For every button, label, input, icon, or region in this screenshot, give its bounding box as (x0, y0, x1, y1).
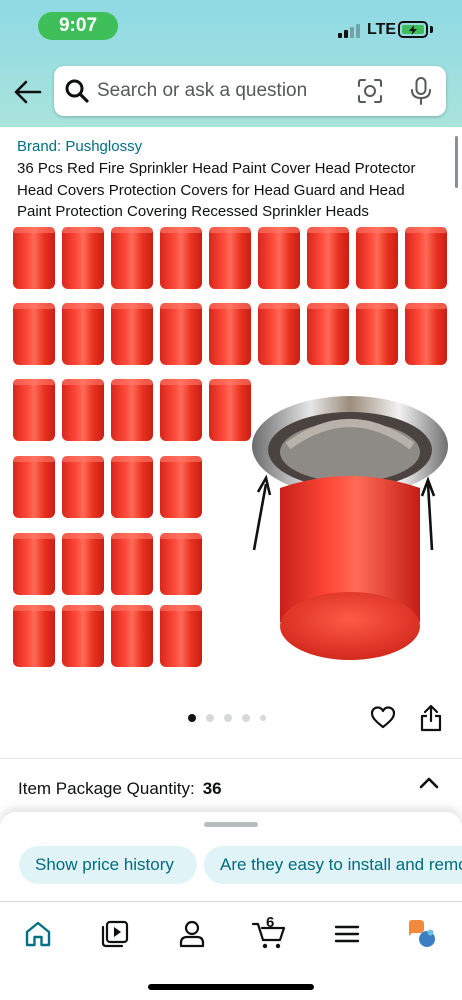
brand-link[interactable]: Brand: Pushglossy (17, 138, 142, 155)
cap-thumbnail (160, 533, 202, 595)
signal-icon (338, 24, 362, 38)
header: 9:07 LTE Search or ask a question (0, 0, 462, 127)
heart-icon[interactable] (370, 705, 396, 731)
cap-thumbnail (13, 456, 55, 518)
cap-thumbnail (160, 227, 202, 289)
cap-thumbnail (111, 303, 153, 365)
carousel-dot[interactable] (260, 715, 266, 721)
quantity-label: Item Package Quantity: (18, 779, 195, 798)
cap-thumbnail (13, 303, 55, 365)
cap-thumbnail (209, 303, 251, 365)
cap-thumbnail (62, 456, 104, 518)
product-image[interactable] (10, 224, 452, 674)
time: 9:07 (38, 12, 118, 40)
microphone-icon[interactable] (408, 76, 434, 106)
cap-thumbnail (62, 227, 104, 289)
cap-thumbnail (62, 533, 104, 595)
battery-icon (398, 21, 428, 38)
cart-count: 6 (266, 914, 275, 931)
account-icon[interactable] (176, 918, 208, 950)
scrollbar (455, 136, 458, 188)
divider (0, 758, 462, 759)
home-indicator (148, 984, 314, 990)
rufus-assistant-icon[interactable] (406, 918, 438, 950)
cap-thumbnail (111, 533, 153, 595)
network-type: LTE (367, 21, 397, 38)
menu-icon[interactable] (331, 918, 363, 950)
suggestions-sheet: Show price history Are they easy to inst… (0, 812, 462, 912)
cap-thumbnail (356, 227, 398, 289)
chip-price-history[interactable]: Show price history (19, 846, 197, 884)
search-input[interactable]: Search or ask a question (54, 66, 446, 116)
cap-thumbnail (160, 605, 202, 667)
cap-thumbnail (62, 605, 104, 667)
cap-thumbnail (13, 379, 55, 441)
sheet-handle[interactable] (204, 822, 258, 827)
carousel-dot[interactable] (206, 714, 214, 722)
cap-thumbnail (307, 227, 349, 289)
image-carousel-dots[interactable] (188, 713, 266, 723)
cap-thumbnail (258, 303, 300, 365)
quantity-value: 36 (202, 779, 222, 798)
carousel-dot[interactable] (224, 714, 232, 722)
cart-button[interactable]: 6 (251, 914, 288, 950)
cap-thumbnail (209, 227, 251, 289)
cap-thumbnail (62, 379, 104, 441)
sprinkler-head-illustration (252, 396, 448, 660)
carousel-dot[interactable] (242, 714, 250, 722)
cap-thumbnail (356, 303, 398, 365)
cap-thumbnail (111, 227, 153, 289)
carousel-dot[interactable] (188, 714, 196, 722)
cap-thumbnail (13, 605, 55, 667)
cap-thumbnail (307, 303, 349, 365)
home-icon[interactable] (22, 918, 54, 950)
cap-thumbnail (111, 456, 153, 518)
search-icon (65, 79, 89, 103)
chevron-up-icon[interactable] (418, 774, 440, 790)
cap-thumbnail (13, 533, 55, 595)
cap-thumbnail (13, 227, 55, 289)
quantity-selector[interactable]: Item Package Quantity: 36 (18, 779, 222, 799)
battery-tip (430, 26, 433, 33)
video-icon[interactable] (99, 918, 131, 950)
cap-thumbnail (111, 605, 153, 667)
back-arrow-icon[interactable] (12, 78, 42, 106)
status-bar: 9:07 LTE (0, 0, 462, 52)
product-page: 9:07 LTE Search or ask a question Brand:… (0, 0, 462, 1000)
cap-thumbnail (160, 456, 202, 518)
cap-thumbnail (62, 303, 104, 365)
cap-thumbnail (209, 379, 251, 441)
share-icon[interactable] (419, 704, 443, 732)
search-placeholder: Search or ask a question (97, 80, 308, 101)
cap-thumbnail (405, 303, 447, 365)
chip-install-question[interactable]: Are they easy to install and remove? (204, 846, 462, 884)
cap-thumbnail (160, 379, 202, 441)
cap-thumbnail (258, 227, 300, 289)
camera-lens-icon[interactable] (356, 77, 384, 105)
cap-thumbnail (111, 379, 153, 441)
cap-thumbnail (160, 303, 202, 365)
product-title: 36 Pcs Red Fire Sprinkler Head Paint Cov… (17, 160, 416, 220)
cap-thumbnail (405, 227, 447, 289)
